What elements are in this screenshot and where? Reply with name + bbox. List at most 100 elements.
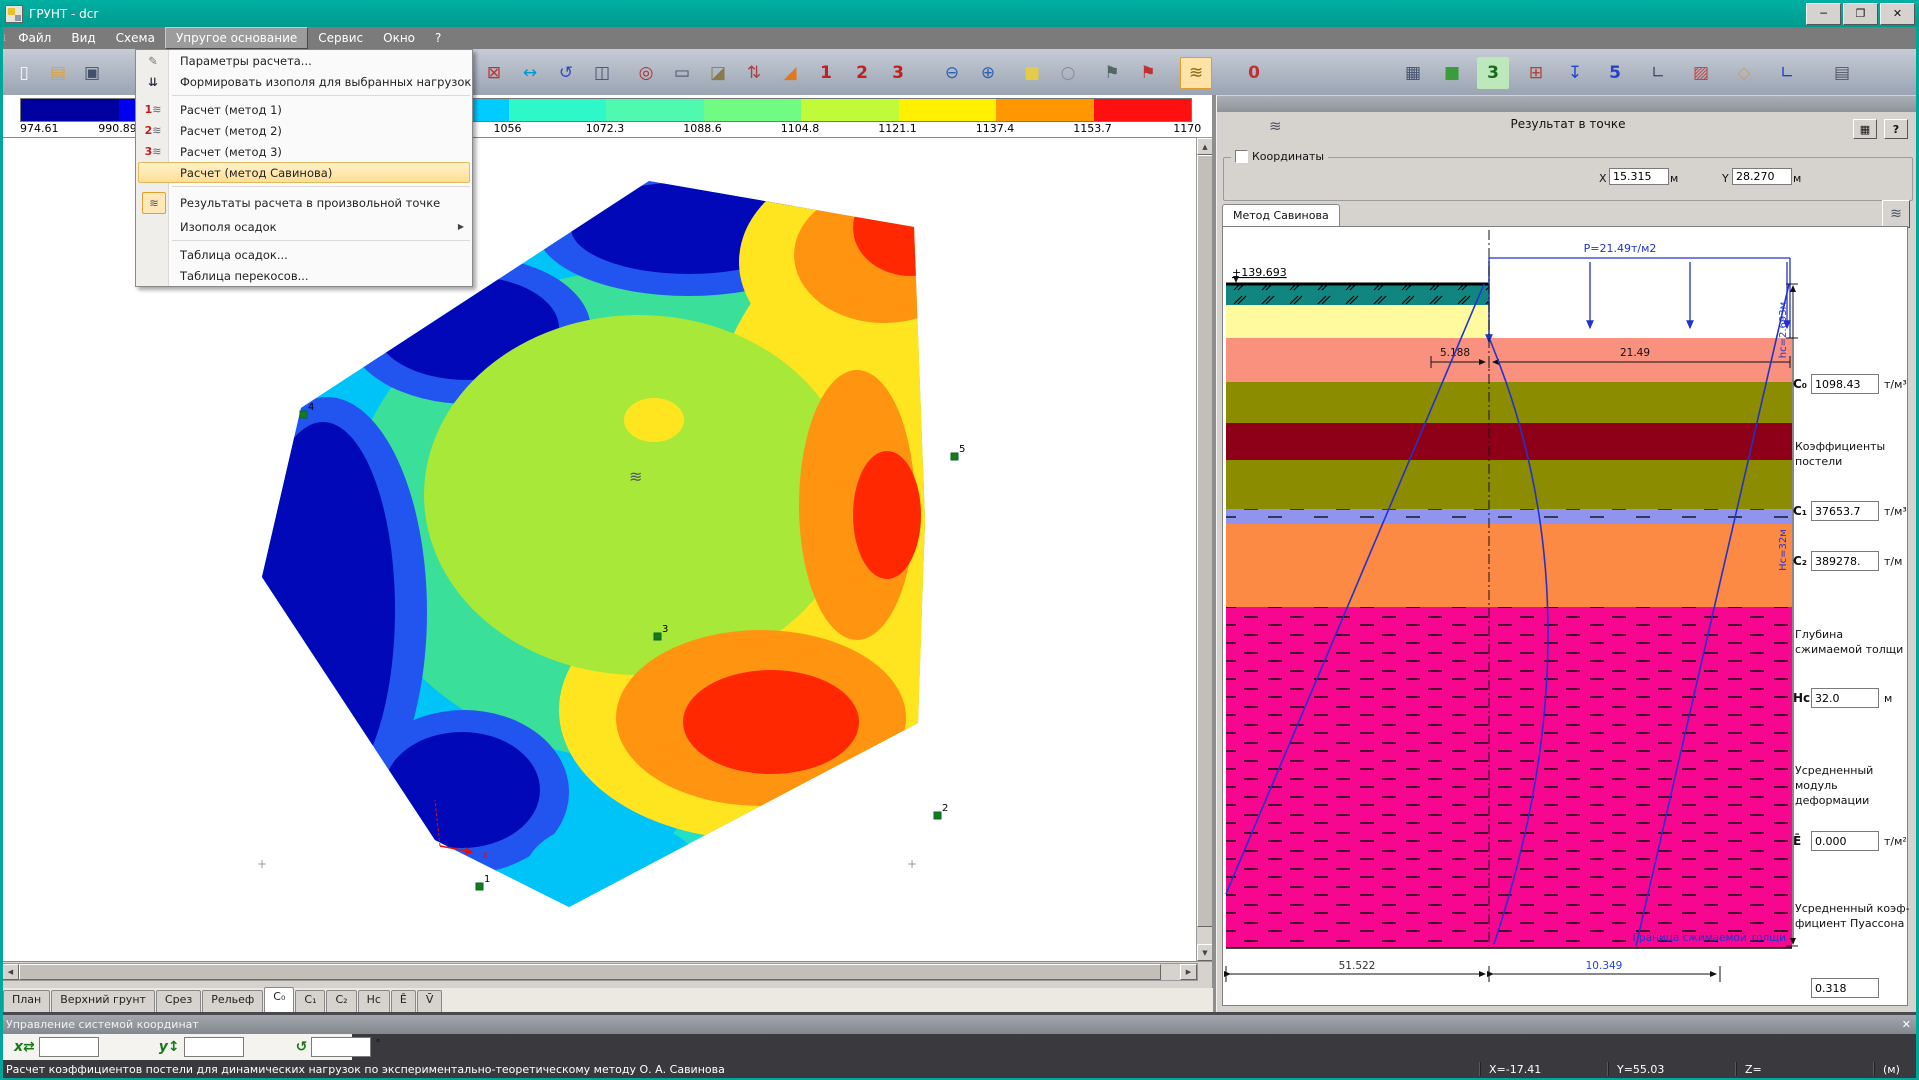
result-value-7[interactable]: [1811, 831, 1879, 851]
menu-item-8[interactable]: ≋Результаты расчета в произвольной точке: [136, 190, 472, 216]
move-y-icon[interactable]: y↕: [159, 1039, 180, 1055]
import-down-icon[interactable]: ↧: [1559, 57, 1591, 89]
help-button[interactable]: ?: [1884, 119, 1908, 139]
zero-level-icon[interactable]: 0: [1238, 57, 1270, 89]
load-point-marker-1[interactable]: [476, 883, 483, 890]
close-button[interactable]: ✕: [1880, 3, 1915, 25]
view-tab-7[interactable]: Hс: [358, 990, 390, 1012]
menubar-item-0[interactable]: Файл: [8, 28, 61, 48]
view-tab-6[interactable]: C₂: [326, 990, 356, 1012]
report-icon[interactable]: ▤: [1826, 57, 1858, 89]
map-horizontal-scrollbar[interactable]: ◀ ▶: [1, 963, 1198, 981]
menubar-item-1[interactable]: Вид: [61, 28, 105, 48]
view-tab-4[interactable]: C₀: [264, 987, 294, 1012]
view-tab-3[interactable]: Рельеф: [202, 990, 263, 1012]
menubar-item-4[interactable]: Сервис: [308, 28, 373, 48]
menu-item-12[interactable]: Таблица перекосов...: [136, 265, 472, 286]
solid-box-icon[interactable]: ■: [1016, 57, 1048, 89]
menu-item-3[interactable]: 1≋Расчет (метод 1): [136, 99, 472, 120]
pan-icon[interactable]: ↔: [514, 57, 546, 89]
tab-metod-savinova[interactable]: Метод Савинова: [1222, 204, 1340, 226]
view-tab-2[interactable]: Срез: [156, 990, 201, 1012]
pole-icon[interactable]: ⚑: [1096, 57, 1128, 89]
coordinates-checkbox[interactable]: [1235, 150, 1248, 163]
x-coord-input[interactable]: [1609, 168, 1669, 185]
point-results-spring-icon[interactable]: ≋: [1180, 57, 1212, 89]
add-model-icon[interactable]: ⊞: [1520, 57, 1552, 89]
maximize-button[interactable]: ❐: [1843, 3, 1878, 25]
new-document-icon[interactable]: ▯: [8, 57, 40, 89]
load-point-label-1: 1: [484, 874, 490, 885]
move-y-input[interactable]: [184, 1037, 244, 1057]
load-point-marker-4[interactable]: [300, 411, 307, 418]
menubar-item-2[interactable]: Схема: [106, 28, 165, 48]
axes-icon[interactable]: ∟: [1771, 57, 1803, 89]
center-view-icon[interactable]: ◎: [630, 57, 662, 89]
cube-3-icon[interactable]: 3: [1477, 57, 1509, 89]
move-x-input[interactable]: [39, 1037, 99, 1057]
save-icon[interactable]: ▣: [76, 57, 108, 89]
five-l-icon[interactable]: 5: [1599, 57, 1631, 89]
isofield-wedge-icon[interactable]: ◢: [774, 57, 806, 89]
view-tab-1[interactable]: Верхний грунт: [51, 990, 155, 1012]
y-coord-input[interactable]: [1732, 168, 1792, 185]
sort-loads-icon[interactable]: ⇅: [738, 57, 770, 89]
zoom-in-icon[interactable]: ⊕: [972, 57, 1004, 89]
box-3d-icon[interactable]: ◇: [1728, 57, 1760, 89]
colorbar-tick-5: 1056: [494, 122, 522, 135]
level-icon[interactable]: ∟: [1642, 57, 1674, 89]
rotate-input[interactable]: [311, 1037, 371, 1057]
coord-bar-close-icon[interactable]: ✕: [1902, 1018, 1911, 1031]
view-tab-8[interactable]: Ē: [391, 990, 416, 1012]
load-point-marker-5[interactable]: [951, 453, 958, 460]
panel-grip[interactable]: [1217, 96, 1919, 112]
shell-icon[interactable]: ○: [1052, 57, 1084, 89]
rotate-view-icon[interactable]: ↺: [550, 57, 582, 89]
spring-box-icon: ≋: [142, 192, 166, 214]
load-point-label-3: 3: [662, 624, 668, 635]
menubar-item-5[interactable]: Окно: [373, 28, 425, 48]
menu-item-5[interactable]: 3≋ Расчет (метод 3): [136, 141, 472, 162]
menu-item-6[interactable]: Расчет (метод Савинова): [136, 162, 472, 183]
menubar-item-3[interactable]: Упругое основание: [165, 27, 308, 49]
zoom-out-icon[interactable]: ⊖: [936, 57, 968, 89]
menu-item-11[interactable]: Таблица осадок...: [136, 244, 472, 265]
result-value-0[interactable]: [1811, 374, 1879, 394]
move-x-icon[interactable]: x⇄: [14, 1039, 35, 1055]
calc-method-2-icon[interactable]: 2: [846, 57, 878, 89]
menu-item-0[interactable]: ✎Параметры расчета...: [136, 50, 472, 71]
menu-item-4[interactable]: 2≋Расчет (метод 2): [136, 120, 472, 141]
load-point-marker-2[interactable]: [934, 812, 941, 819]
open-folder-icon[interactable]: ▤: [42, 57, 74, 89]
rotate-icon[interactable]: ↺: [296, 1039, 308, 1055]
menu-item-label: Расчет (метод 3): [180, 145, 282, 159]
menu-item-1[interactable]: ⇊Формировать изополя для выбранных нагру…: [136, 71, 472, 92]
save-view-icon[interactable]: ◫: [586, 57, 618, 89]
result-value-2[interactable]: [1811, 501, 1879, 521]
spring-icon: 3≋: [142, 145, 164, 158]
load-point-marker-3[interactable]: [654, 633, 661, 640]
colorbar-tick-11: 1153.7: [1073, 122, 1112, 135]
select-region-icon[interactable]: ▭: [666, 57, 698, 89]
result-value-3[interactable]: [1811, 551, 1879, 571]
menu-item-9[interactable]: Изополя осадок▶: [136, 216, 472, 237]
calc-method-1-icon[interactable]: 1: [810, 57, 842, 89]
colorbar-tick-6: 1072.3: [586, 122, 625, 135]
view-tab-0[interactable]: План: [3, 990, 50, 1012]
view-tab-5[interactable]: C₁: [295, 990, 325, 1012]
minimize-button[interactable]: ─: [1806, 3, 1841, 25]
palette-icon[interactable]: ▨: [1685, 57, 1717, 89]
grid-icon[interactable]: ▦: [1397, 57, 1429, 89]
calc-method-3-icon[interactable]: 3: [882, 57, 914, 89]
result-value-5[interactable]: [1811, 688, 1879, 708]
mesh-green-icon[interactable]: ■: [1436, 57, 1468, 89]
start-flag-icon[interactable]: ⚑: [1132, 57, 1164, 89]
table-view-button[interactable]: ▦: [1853, 119, 1877, 139]
delete-node-icon[interactable]: ⊠: [478, 57, 510, 89]
edit-isofields-icon[interactable]: ◪: [702, 57, 734, 89]
pick-point-button[interactable]: ≋: [1882, 200, 1910, 228]
view-tab-9[interactable]: V̄: [417, 990, 443, 1012]
menubar-item-6[interactable]: ?: [425, 28, 451, 48]
bottom-dim-left: 51.522: [1339, 960, 1376, 972]
result-value-9[interactable]: [1811, 978, 1879, 998]
